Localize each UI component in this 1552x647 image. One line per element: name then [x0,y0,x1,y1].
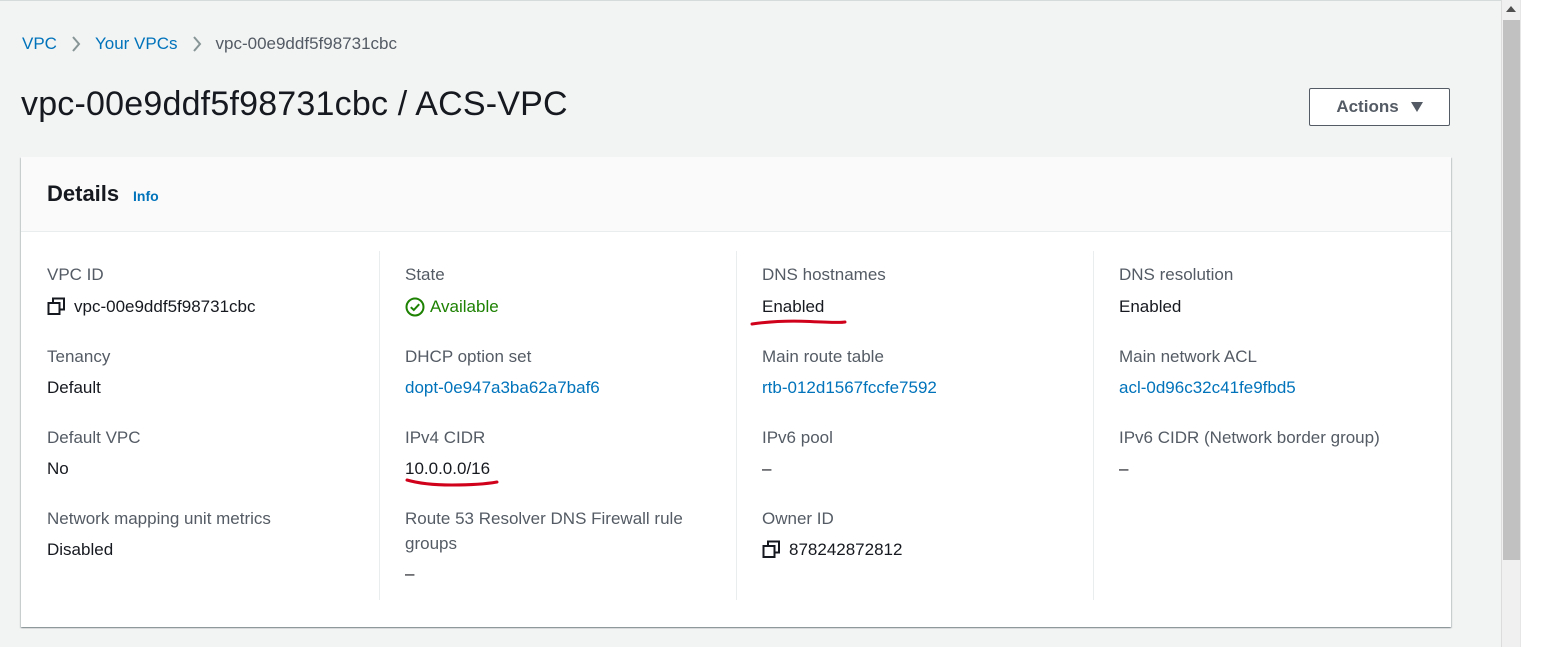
field-default-vpc: Default VPC No [47,425,141,481]
field-label: Default VPC [47,428,141,447]
copy-icon[interactable] [47,297,66,316]
field-main-route-table: Main route table rtb-012d1567fccfe7592 [762,344,937,400]
field-label: Main network ACL [1119,347,1257,366]
console-viewport: VPC Your VPCs vpc-00e9ddf5f98731cbc vpc-… [0,0,1520,647]
nmu-metrics-value: Disabled [47,540,114,559]
field-value: vpc-00e9ddf5f98731cbc [47,294,255,319]
main-network-acl-link[interactable]: acl-0d96c32c41fe9fbd5 [1119,375,1296,400]
column-divider [379,251,380,600]
chevron-right-icon [57,36,95,52]
field-ipv6-cidr: IPv6 CIDR (Network border group) – [1119,425,1380,481]
field-label: groups [405,534,457,553]
field-label: Network mapping unit metrics [47,509,271,528]
field-owner-id: Owner ID 878242872812 [762,506,902,562]
actions-button[interactable]: Actions [1309,88,1450,126]
field-label: DNS hostnames [762,265,886,284]
breadcrumb-link-vpc[interactable]: VPC [22,34,57,54]
field-value: 878242872812 [762,537,902,562]
scrollbar-thumb[interactable] [1503,20,1520,560]
details-panel-header: Details Info [21,157,1451,232]
column-divider [1093,251,1094,600]
tenancy-value: Default [47,378,101,397]
field-ipv4-cidr: IPv4 CIDR 10.0.0.0/16 [405,425,490,481]
state-value: Available [430,297,499,316]
ipv4-cidr-value: 10.0.0.0/16 [405,459,491,478]
field-tenancy: Tenancy Default [47,344,110,400]
owner-id-value: 878242872812 [789,540,903,559]
field-label: IPv6 CIDR (Network border group) [1119,428,1380,447]
field-label: VPC ID [47,265,104,284]
field-main-network-acl: Main network ACL acl-0d96c32c41fe9fbd5 [1119,344,1296,400]
field-dns-resolution: DNS resolution Enabled [1119,262,1233,319]
field-label: State [405,265,445,284]
scroll-up-arrow-icon[interactable] [1506,6,1516,12]
field-network-mapping-unit-metrics: Network mapping unit metrics Disabled [47,506,271,562]
vpc-id-value: vpc-00e9ddf5f98731cbc [74,297,256,316]
check-circle-icon [405,297,425,316]
field-dns-hostnames: DNS hostnames Enabled [762,262,886,319]
window-edge [1520,0,1552,647]
dns-resolution-value: Enabled [1119,297,1182,316]
ipv6-cidr-value: – [1119,459,1129,478]
field-label: Main route table [762,347,884,366]
route53-firewall-value: – [405,564,415,583]
dns-hostnames-value: Enabled [762,297,825,316]
actions-button-label: Actions [1336,97,1399,116]
field-route53-firewall: Route 53 Resolver DNS Firewall rule grou… [405,506,683,586]
page-title: vpc-00e9ddf5f98731cbc / ACS-VPC [21,85,568,123]
field-label: Route 53 Resolver DNS Firewall rule [405,509,683,528]
field-label: IPv4 CIDR [405,428,486,447]
main-route-table-link[interactable]: rtb-012d1567fccfe7592 [762,375,937,400]
breadcrumb: VPC Your VPCs vpc-00e9ddf5f98731cbc [22,31,397,57]
ipv6-pool-value: – [762,459,772,478]
chevron-right-icon [178,36,216,52]
default-vpc-value: No [47,459,69,478]
details-title: Details [47,181,120,206]
vertical-scrollbar[interactable] [1501,0,1520,647]
field-value: Available [405,294,499,319]
field-ipv6-pool: IPv6 pool – [762,425,833,481]
details-panel: Details Info VPC ID vpc-00e9ddf5f98731cb… [21,157,1451,627]
column-divider [736,251,737,600]
field-label: IPv6 pool [762,428,833,447]
copy-icon[interactable] [762,540,781,559]
field-label: DHCP option set [405,347,532,366]
breadcrumb-link-your-vpcs[interactable]: Your VPCs [95,34,178,54]
field-dhcp-option-set: DHCP option set dopt-0e947a3ba62a7baf6 [405,344,600,400]
field-label: Owner ID [762,509,834,528]
field-vpc-id: VPC ID vpc-00e9ddf5f98731cbc [47,262,255,319]
caret-down-icon [1410,102,1423,112]
breadcrumb-current: vpc-00e9ddf5f98731cbc [215,34,397,53]
field-state: State Available [405,262,499,319]
field-label: Tenancy [47,347,111,366]
dhcp-option-set-link[interactable]: dopt-0e947a3ba62a7baf6 [405,375,600,400]
info-link[interactable]: Info [133,188,159,204]
field-label: DNS resolution [1119,265,1234,284]
